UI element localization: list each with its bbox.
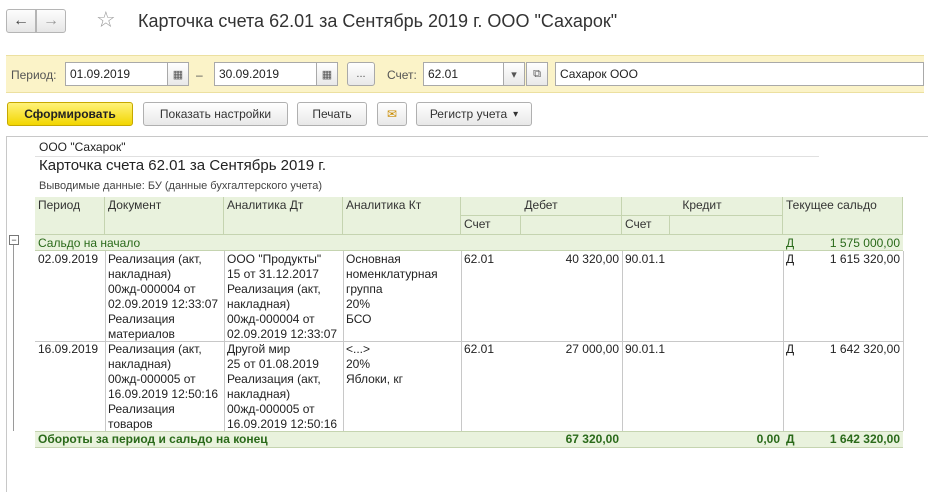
register-dropdown-button[interactable]: Регистр учета ▾ [416,102,532,126]
row-debit-amount: 40 320,00 [565,252,619,266]
title-bar: ← → ☆ Карточка счета 62.01 за Сентябрь 2… [0,0,942,46]
print-button[interactable]: Печать [297,102,367,126]
row-credit-account: 90.01.1 [625,342,666,356]
totals-credit: 0,00 [756,432,780,446]
envelope-icon: ✉ [386,107,398,121]
totals-label: Обороты за период и сальдо на конец [38,432,268,446]
row-analytics-kt[interactable]: Основная номенклатурная группа 20% БСО [343,251,461,341]
header-credit-account: Счет [622,216,670,235]
calendar-to-button[interactable]: ▦ [316,62,338,86]
period-dash: – [196,68,203,82]
report-area: ООО "Сахарок" Карточка счета 62.01 за Се… [6,136,928,492]
row-balance-side: Д [786,342,795,356]
opening-balance-label: Сальдо на начало [38,236,141,250]
row-debit-account: 62.01 [464,342,495,356]
email-button[interactable]: ✉ [377,102,407,126]
row-analytics-dt[interactable]: ООО "Продукты" 15 от 31.12.2017 Реализация… [224,251,343,341]
account-open-button[interactable]: ⧉ [526,62,548,86]
favorite-star-icon[interactable]: ☆ [96,8,116,33]
row-credit-account: 90.01.1 [625,252,666,266]
row-credit-amount [670,251,783,267]
chevron-down-icon: ▾ [513,108,519,120]
row-balance: 1 642 320,00 [829,342,900,356]
period-select-button[interactable]: ... [347,62,375,86]
header-debit-account: Счет [461,216,521,235]
row-analytics-kt[interactable]: <...> 20% Яблоки, кг [343,341,461,431]
grid-line [35,341,903,342]
register-label: Регистр учета [429,107,508,121]
account-field[interactable]: 62.01 [423,62,505,86]
toolbar: Сформировать Показать настройки Печать ✉… [0,98,942,132]
calendar-icon: ▦ [172,68,184,81]
account-label: Счет: [387,68,417,82]
forward-button[interactable]: → [36,9,66,33]
header-credit: Кредит [622,197,783,216]
back-button[interactable]: ← [6,9,36,33]
grid-line [903,251,904,431]
header-analytics-kt: Аналитика Кт [343,197,461,235]
row-debit-account: 62.01 [464,252,495,266]
row-credit-amount [670,341,783,357]
opening-balance-amount: 1 575 000,00 [829,236,900,250]
header-balance: Текущее сальдо [783,197,903,235]
header-credit-amount [670,216,783,235]
row-balance: 1 615 320,00 [829,252,900,266]
organization-field[interactable]: Сахарок ООО [555,62,924,86]
totals-balance: 1 642 320,00 [829,432,900,446]
parameters-panel: Период: 01.09.2019 ▦ – 30.09.2019 ▦ ... … [6,55,924,93]
totals-debit: 67 320,00 [565,432,619,446]
open-link-icon: ⧉ [533,67,541,80]
date-from-field[interactable]: 01.09.2019 [65,62,169,86]
report-title: Карточка счета 62.01 за Сентябрь 2019 г. [39,157,327,174]
row-document[interactable]: Реализация (акт, накладная) 00жд-000005 от… [105,341,224,431]
period-label: Период: [11,68,57,82]
calendar-icon: ▦ [321,68,333,81]
account-dropdown-button[interactable]: ▾ [503,62,525,86]
report-organization: ООО "Сахарок" [35,140,819,157]
header-analytics-dt: Аналитика Дт [224,197,343,235]
row-document[interactable]: Реализация (акт, накладная) 00жд-000004 от… [105,251,224,341]
calendar-from-button[interactable]: ▦ [167,62,189,86]
totals-side: Д [786,432,795,446]
row-period: 16.09.2019 [38,342,99,356]
header-period: Период [35,197,105,235]
row-period: 02.09.2019 [38,252,99,266]
report-subtitle: Выводимые данные: БУ (данные бухгалтерск… [39,180,322,192]
show-settings-button[interactable]: Показать настройки [143,102,288,126]
window-title: Карточка счета 62.01 за Сентябрь 2019 г.… [138,11,618,31]
collapse-group-icon[interactable]: − [9,235,19,245]
generate-button[interactable]: Сформировать [7,102,133,126]
row-debit-amount: 27 000,00 [565,342,619,356]
header-debit-amount [521,216,622,235]
chevron-down-icon: ▾ [511,68,517,81]
arrow-right-icon: → [43,12,59,29]
opening-balance-side: Д [786,236,795,250]
arrow-left-icon: ← [13,12,29,29]
header-document: Документ [105,197,224,235]
header-debit: Дебет [461,197,622,216]
date-to-field[interactable]: 30.09.2019 [214,62,318,86]
group-line [13,241,14,431]
row-balance-side: Д [786,252,795,266]
row-analytics-dt[interactable]: Другой мир 25 от 01.08.2019 Реализация (ак… [224,341,343,431]
